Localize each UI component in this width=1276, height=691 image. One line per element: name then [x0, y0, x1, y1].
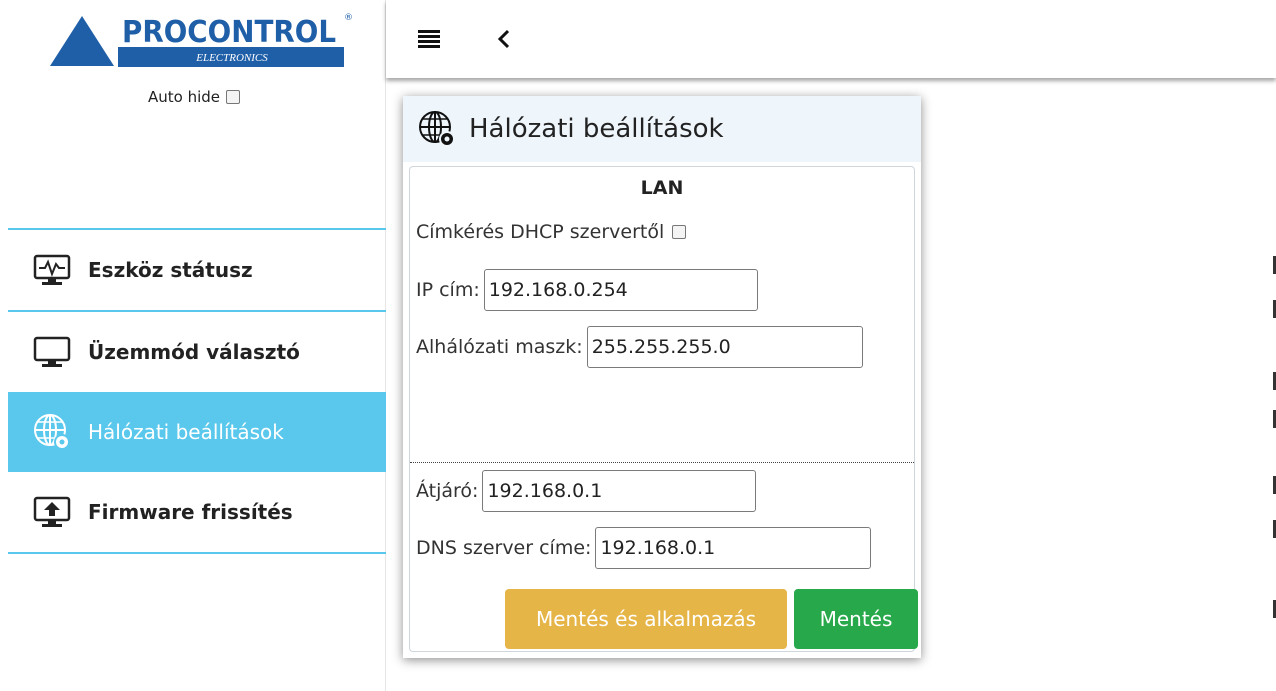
subnet-mask-input[interactable]	[586, 326, 863, 368]
dns-server-input[interactable]	[595, 527, 872, 569]
topbar	[386, 0, 1276, 78]
section-divider	[410, 462, 914, 463]
gateway-row: Átjáró:	[416, 470, 757, 512]
gateway-input[interactable]	[482, 470, 757, 512]
network-settings-icon	[30, 414, 74, 450]
chevron-left-icon[interactable]	[490, 24, 520, 54]
svg-text:PROCONTROL: PROCONTROL	[122, 15, 336, 50]
svg-text:ELECTRONICS: ELECTRONICS	[195, 52, 268, 64]
sidebar-item-network-settings[interactable]: Hálózati beállítások	[8, 392, 386, 472]
network-settings-icon	[417, 109, 457, 149]
lan-section: LAN Címkérés DHCP szervertől IP cím: Alh…	[409, 166, 918, 652]
firmware-upload-icon	[30, 494, 74, 530]
dns-row: DNS szerver címe:	[416, 527, 872, 569]
auto-hide: Auto hide	[148, 88, 241, 106]
menu-divider	[8, 552, 386, 554]
network-settings-panel: Hálózati beállítások LAN Címkérés DHCP s…	[403, 96, 921, 658]
dns-label: DNS szerver címe:	[416, 537, 592, 559]
save-and-apply-button[interactable]: Mentés és alkalmazás	[505, 589, 787, 649]
sidebar-item-label: Üzemmód választó	[88, 340, 300, 364]
sidebar-item-label: Eszköz státusz	[88, 258, 253, 282]
device-status-icon	[30, 252, 74, 288]
sidebar-menu: Eszköz státusz Üzemmód választó Hálózati…	[8, 228, 386, 554]
sidebar-item-label: Firmware frissítés	[88, 500, 293, 524]
svg-text:®: ®	[344, 13, 353, 23]
procontrol-logo: ELECTRONICS PROCONTROL ®	[44, 10, 356, 72]
sidebar-item-firmware-update[interactable]: Firmware frissítés	[8, 472, 386, 552]
dhcp-row: Címkérés DHCP szervertől	[416, 221, 687, 243]
ip-label: IP cím:	[416, 279, 480, 301]
dhcp-label: Címkérés DHCP szervertől	[416, 221, 665, 243]
panel-title: Hálózati beállítások	[469, 114, 724, 144]
sidebar-item-label: Hálózati beállítások	[88, 420, 284, 444]
monitor-icon	[30, 334, 74, 370]
auto-hide-label: Auto hide	[148, 88, 221, 106]
save-button[interactable]: Mentés	[794, 589, 918, 649]
sidebar-item-mode-selector[interactable]: Üzemmód választó	[8, 312, 386, 392]
sidebar: ELECTRONICS PROCONTROL ® Auto hide Eszkö…	[0, 0, 386, 691]
hamburger-icon[interactable]	[416, 24, 446, 54]
dhcp-checkbox[interactable]	[672, 225, 687, 239]
auto-hide-checkbox[interactable]	[226, 90, 241, 104]
sidebar-item-device-status[interactable]: Eszköz státusz	[8, 230, 386, 310]
subnet-mask-label: Alhálózati maszk:	[416, 336, 583, 358]
gateway-label: Átjáró:	[416, 480, 479, 502]
subnet-mask-row: Alhálózati maszk:	[416, 326, 863, 368]
panel-header: Hálózati beállítások	[403, 96, 921, 162]
section-title: LAN	[640, 177, 684, 199]
ip-row: IP cím:	[416, 269, 758, 311]
ip-address-input[interactable]	[483, 269, 758, 311]
